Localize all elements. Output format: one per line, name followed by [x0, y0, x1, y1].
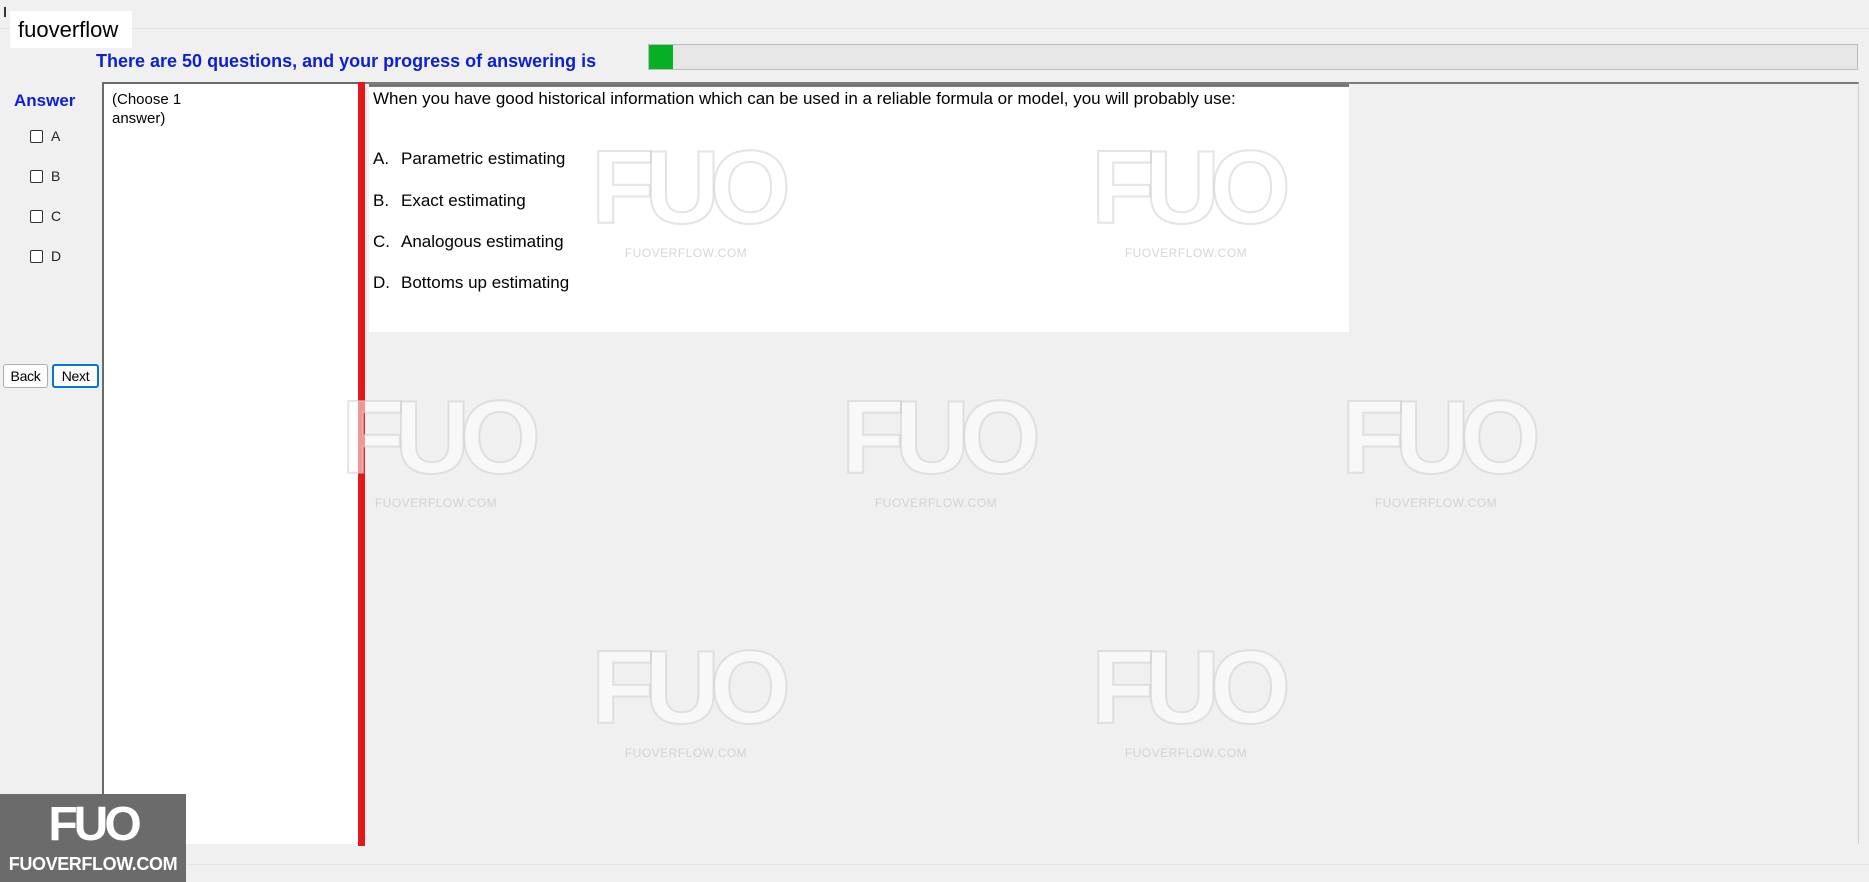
answer-option-b[interactable]: B: [30, 168, 60, 184]
progress-label: There are 50 questions, and your progres…: [96, 51, 597, 71]
choice-b: B. Exact estimating: [373, 191, 526, 211]
choice-text: Bottoms up estimating: [401, 273, 570, 292]
title-bar-glyph: [4, 7, 6, 17]
fuo-logo: FUO FUOVERFLOW.COM: [0, 794, 186, 882]
logo-mark: FUO: [48, 798, 141, 851]
checkbox-c[interactable]: [30, 209, 43, 223]
back-button[interactable]: Back: [3, 364, 48, 388]
answer-option-label: C: [51, 208, 62, 224]
answer-option-label: D: [51, 248, 62, 264]
answer-option-label: A: [51, 128, 61, 144]
answer-title: Answer: [14, 91, 76, 110]
choice-letter: B.: [373, 191, 390, 210]
checkbox-a[interactable]: [30, 129, 43, 143]
choice-a: A. Parametric estimating: [373, 149, 565, 169]
choose-instruction: (Choose 1 answer): [112, 91, 182, 127]
answer-option-label: B: [51, 168, 61, 184]
choice-c: C. Analogous estimating: [373, 232, 564, 252]
choice-letter: A.: [373, 149, 390, 168]
choice-text: Exact estimating: [401, 191, 526, 210]
quiz-window: fuoverflow There are 50 questions, and y…: [0, 0, 1869, 882]
choice-letter: D.: [373, 273, 390, 292]
choice-text: Parametric estimating: [401, 149, 566, 168]
next-button[interactable]: Next: [52, 364, 99, 388]
choice-text: Analogous estimating: [401, 232, 564, 251]
answer-option-d[interactable]: D: [30, 248, 61, 264]
instruction-panel: (Choose 1 answer): [102, 82, 358, 844]
panel-divider[interactable]: [358, 82, 365, 846]
window-title: fuoverflow: [10, 11, 133, 48]
title-bar: [0, 0, 1869, 29]
choice-letter: C.: [373, 232, 390, 251]
checkbox-b[interactable]: [30, 169, 43, 183]
logo-site: FUOVERFLOW.COM: [8, 854, 178, 874]
progress-bar: [648, 44, 1858, 70]
progress-bar-fill: [649, 45, 674, 69]
answer-option-c[interactable]: C: [30, 208, 61, 224]
question-box: When you have good historical informatio…: [369, 84, 1349, 332]
status-bar: [0, 864, 1869, 882]
choice-d: D. Bottoms up estimating: [373, 273, 569, 293]
checkbox-d[interactable]: [30, 249, 43, 263]
question-text: When you have good historical informatio…: [373, 89, 1236, 108]
answer-option-a[interactable]: A: [30, 128, 60, 144]
